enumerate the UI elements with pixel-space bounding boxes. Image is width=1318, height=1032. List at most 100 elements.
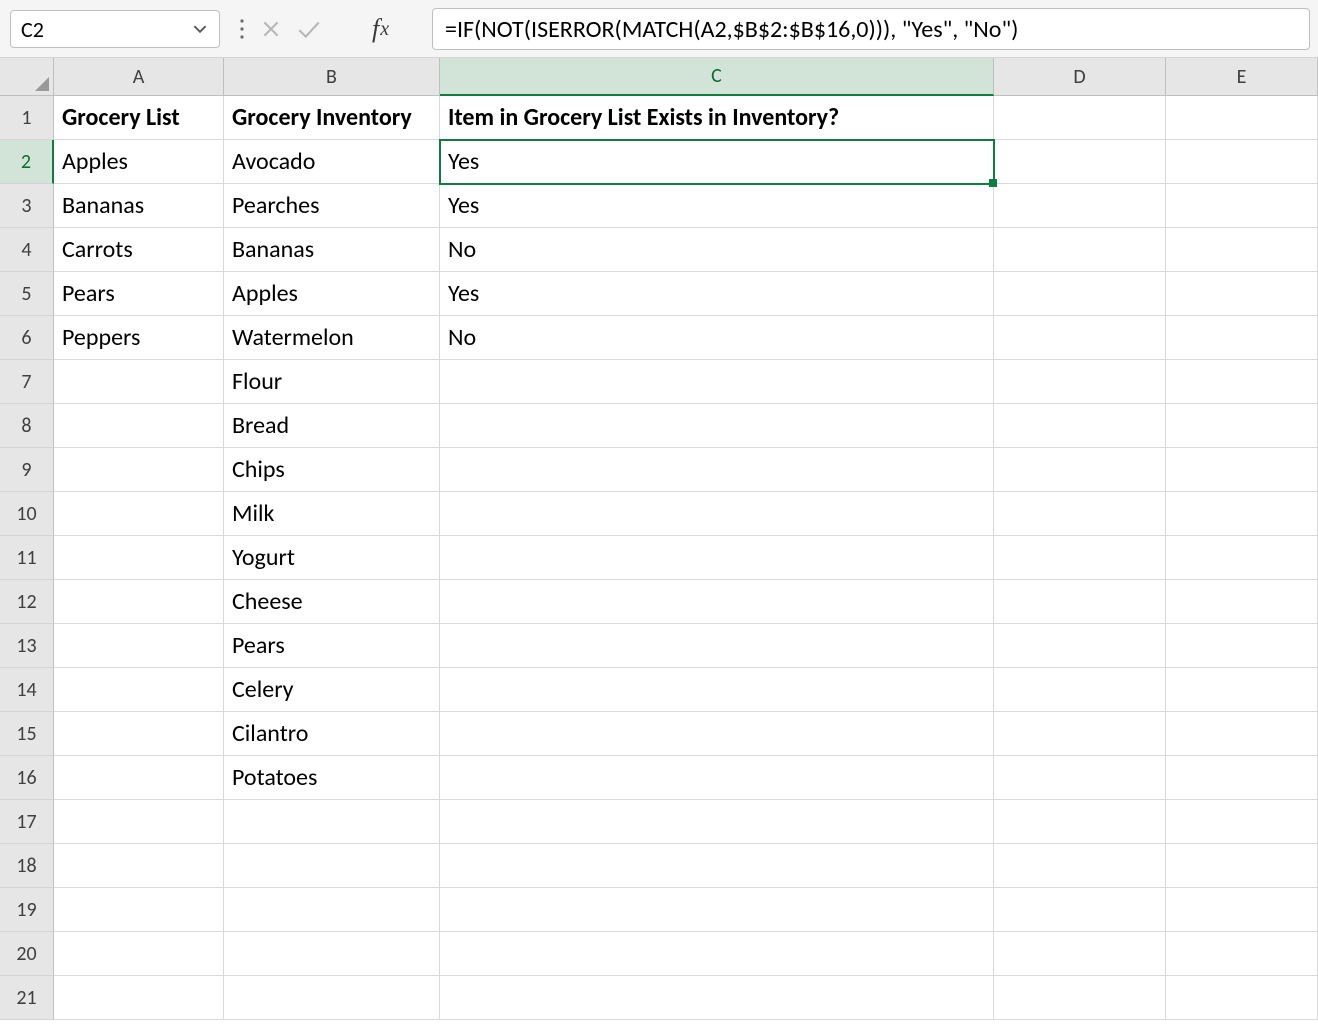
cell-A11[interactable]	[54, 536, 224, 580]
cell-C1[interactable]: Item in Grocery List Exists in Inventory…	[440, 96, 994, 140]
cell-C7[interactable]	[440, 360, 994, 404]
cell-E8[interactable]	[1166, 404, 1318, 448]
row-header-4[interactable]: 4	[0, 228, 54, 272]
cell-E15[interactable]	[1166, 712, 1318, 756]
cell-C17[interactable]	[440, 800, 994, 844]
cell-C16[interactable]	[440, 756, 994, 800]
cell-B15[interactable]: Cilantro	[224, 712, 440, 756]
cell-A10[interactable]	[54, 492, 224, 536]
cell-B13[interactable]: Pears	[224, 624, 440, 668]
cell-A14[interactable]	[54, 668, 224, 712]
cell-A19[interactable]	[54, 888, 224, 932]
row-header-7[interactable]: 7	[0, 360, 54, 404]
cell-B4[interactable]: Bananas	[224, 228, 440, 272]
cell-B10[interactable]: Milk	[224, 492, 440, 536]
cell-E16[interactable]	[1166, 756, 1318, 800]
row-header-17[interactable]: 17	[0, 800, 54, 844]
row-header-11[interactable]: 11	[0, 536, 54, 580]
cell-D9[interactable]	[994, 448, 1166, 492]
cell-D13[interactable]	[994, 624, 1166, 668]
cell-E21[interactable]	[1166, 976, 1318, 1020]
name-box[interactable]: C2	[10, 10, 220, 48]
cell-D15[interactable]	[994, 712, 1166, 756]
cell-D2[interactable]	[994, 140, 1166, 184]
cell-E3[interactable]	[1166, 184, 1318, 228]
cell-A9[interactable]	[54, 448, 224, 492]
cell-A8[interactable]	[54, 404, 224, 448]
column-header-E[interactable]: E	[1166, 58, 1318, 96]
cell-E12[interactable]	[1166, 580, 1318, 624]
fx-label[interactable]: fx	[372, 10, 389, 48]
cancel-icon[interactable]	[260, 18, 282, 40]
cell-B1[interactable]: Grocery Inventory	[224, 96, 440, 140]
row-header-9[interactable]: 9	[0, 448, 54, 492]
cell-D17[interactable]	[994, 800, 1166, 844]
cell-B18[interactable]	[224, 844, 440, 888]
chevron-down-icon[interactable]	[191, 20, 209, 38]
row-header-6[interactable]: 6	[0, 316, 54, 360]
cell-D10[interactable]	[994, 492, 1166, 536]
row-header-15[interactable]: 15	[0, 712, 54, 756]
cell-C10[interactable]	[440, 492, 994, 536]
cell-E4[interactable]	[1166, 228, 1318, 272]
row-header-16[interactable]: 16	[0, 756, 54, 800]
select-all-corner[interactable]	[0, 58, 54, 96]
cell-C21[interactable]	[440, 976, 994, 1020]
cell-C15[interactable]	[440, 712, 994, 756]
column-header-B[interactable]: B	[224, 58, 440, 96]
cell-D16[interactable]	[994, 756, 1166, 800]
cell-D3[interactable]	[994, 184, 1166, 228]
cell-D14[interactable]	[994, 668, 1166, 712]
cell-D8[interactable]	[994, 404, 1166, 448]
cell-D6[interactable]	[994, 316, 1166, 360]
cell-B3[interactable]: Pearches	[224, 184, 440, 228]
cell-B12[interactable]: Cheese	[224, 580, 440, 624]
cell-B7[interactable]: Flour	[224, 360, 440, 404]
cell-A18[interactable]	[54, 844, 224, 888]
row-header-2[interactable]: 2	[0, 140, 54, 184]
cell-D20[interactable]	[994, 932, 1166, 976]
cell-B17[interactable]	[224, 800, 440, 844]
cell-C2[interactable]: Yes	[440, 140, 994, 184]
cell-A17[interactable]	[54, 800, 224, 844]
spreadsheet-grid[interactable]: ABCDE 123456789101112131415161718192021 …	[0, 58, 1318, 1032]
cell-E13[interactable]	[1166, 624, 1318, 668]
cell-A12[interactable]	[54, 580, 224, 624]
cell-B21[interactable]	[224, 976, 440, 1020]
cell-A4[interactable]: Carrots	[54, 228, 224, 272]
cell-B6[interactable]: Watermelon	[224, 316, 440, 360]
cell-C19[interactable]	[440, 888, 994, 932]
cell-C13[interactable]	[440, 624, 994, 668]
cell-A6[interactable]: Peppers	[54, 316, 224, 360]
cell-E6[interactable]	[1166, 316, 1318, 360]
cell-C5[interactable]: Yes	[440, 272, 994, 316]
cell-D5[interactable]	[994, 272, 1166, 316]
cell-C20[interactable]	[440, 932, 994, 976]
cell-B16[interactable]: Potatoes	[224, 756, 440, 800]
vertical-dots-icon[interactable]	[238, 17, 246, 41]
row-header-21[interactable]: 21	[0, 976, 54, 1020]
row-header-20[interactable]: 20	[0, 932, 54, 976]
cell-D12[interactable]	[994, 580, 1166, 624]
cell-C12[interactable]	[440, 580, 994, 624]
cell-E20[interactable]	[1166, 932, 1318, 976]
cell-E11[interactable]	[1166, 536, 1318, 580]
cell-E19[interactable]	[1166, 888, 1318, 932]
cell-A7[interactable]	[54, 360, 224, 404]
cell-A2[interactable]: Apples	[54, 140, 224, 184]
cell-D11[interactable]	[994, 536, 1166, 580]
row-header-10[interactable]: 10	[0, 492, 54, 536]
cell-D21[interactable]	[994, 976, 1166, 1020]
row-header-1[interactable]: 1	[0, 96, 54, 140]
cell-A5[interactable]: Pears	[54, 272, 224, 316]
cell-E7[interactable]	[1166, 360, 1318, 404]
row-header-3[interactable]: 3	[0, 184, 54, 228]
cell-B14[interactable]: Celery	[224, 668, 440, 712]
cell-E1[interactable]	[1166, 96, 1318, 140]
cell-E10[interactable]	[1166, 492, 1318, 536]
cell-B5[interactable]: Apples	[224, 272, 440, 316]
cell-A13[interactable]	[54, 624, 224, 668]
row-header-8[interactable]: 8	[0, 404, 54, 448]
accept-icon[interactable]	[296, 18, 322, 40]
cell-B20[interactable]	[224, 932, 440, 976]
